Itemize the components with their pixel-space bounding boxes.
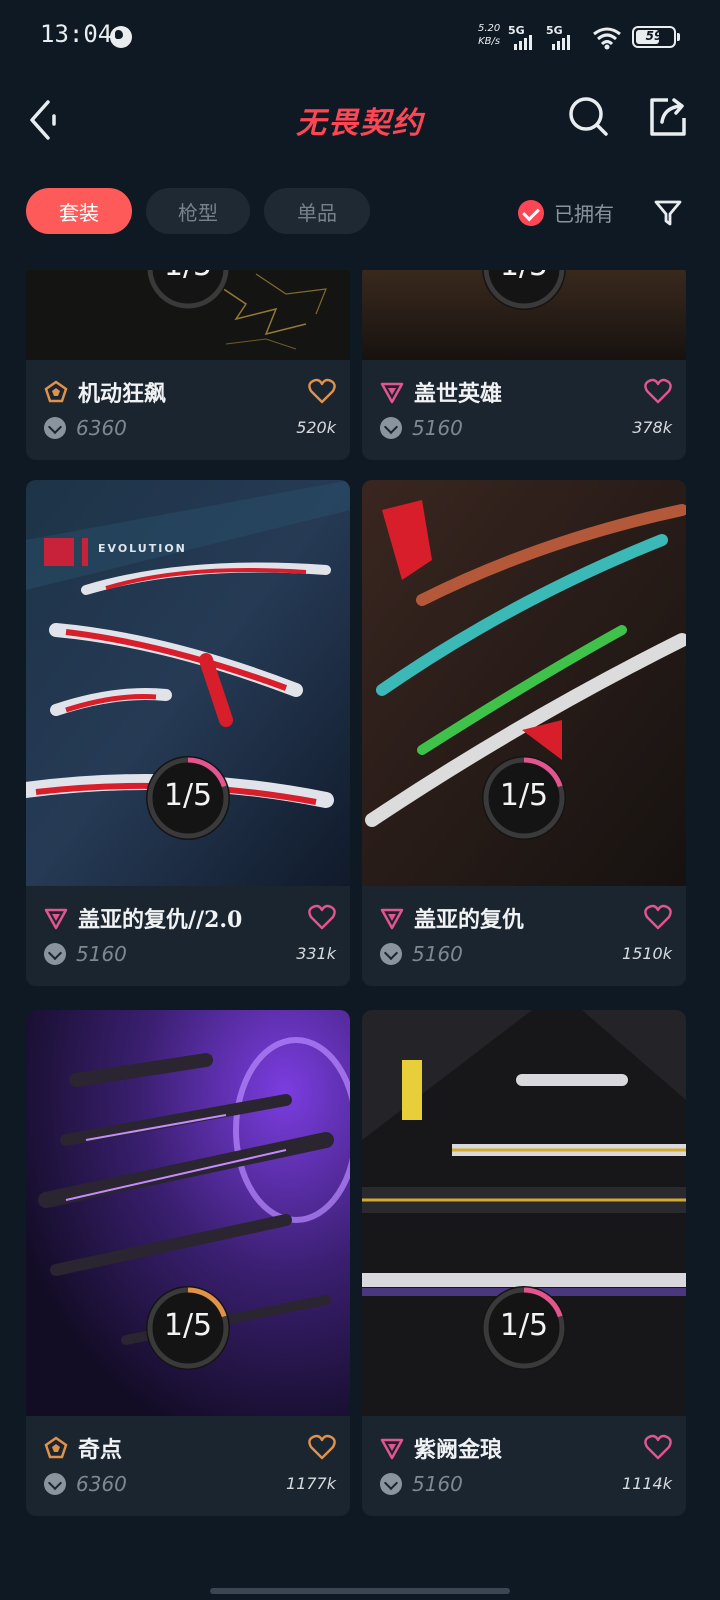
collection-progress-ring: 1/5 [480, 270, 568, 312]
like-count: 1114k [622, 1474, 672, 1493]
like-count: 378k [632, 418, 672, 437]
progress-text: 1/5 [163, 778, 213, 813]
deluxe-tier-icon [44, 908, 68, 930]
deluxe-tier-icon [380, 1438, 404, 1460]
card-info: 盖亚的复仇//2.0 5160 331k [26, 886, 350, 986]
status-bar: 13:04 5.20 KB/s 5G 5G 59 [0, 0, 720, 76]
collection-progress-ring: 1/5 [144, 1284, 232, 1372]
card-info: 机动狂飙 6360 520k [26, 360, 350, 460]
tab-weapon-types[interactable]: 枪型 [146, 188, 250, 234]
owned-label: 已拥有 [554, 202, 614, 226]
like-count: 1177k [286, 1474, 336, 1493]
filter-funnel-icon[interactable] [652, 196, 684, 228]
bundle-price: 6360 [76, 416, 127, 440]
filter-bar: 套装 枪型 单品 已拥有 [0, 188, 720, 238]
valorant-points-icon [44, 1473, 66, 1495]
battery-icon: 59 [632, 26, 680, 48]
page-title: 无畏契约 [296, 106, 424, 141]
tab-bundles[interactable]: 套装 [26, 188, 132, 234]
card-info: 紫阙金琅 5160 1114k [362, 1416, 686, 1516]
heart-icon[interactable] [644, 378, 672, 404]
card-info: 盖世英雄 5160 378k [362, 360, 686, 460]
home-indicator[interactable] [210, 1588, 510, 1594]
bundle-name: 盖亚的复仇 [414, 907, 525, 933]
progress-text: 1/5 [163, 1308, 213, 1343]
premium-tier-icon [44, 1436, 68, 1459]
globe-icon [110, 26, 132, 48]
progress-text: 1/5 [144, 270, 232, 283]
bundle-card[interactable]: 1/5 奇点 6360 1177k [26, 1010, 350, 1516]
bundle-name: 奇点 [78, 1437, 123, 1463]
battery-level: 59 [645, 29, 663, 43]
bundle-card[interactable]: 1/5 紫阙金琅 5160 1114k [362, 1010, 686, 1516]
bundle-name: 盖世英雄 [414, 381, 503, 407]
premium-tier-icon [44, 380, 68, 403]
collection-progress-ring: 1/5 [144, 754, 232, 842]
valorant-points-icon [380, 1473, 402, 1495]
heart-icon[interactable] [644, 904, 672, 930]
valorant-points-icon [44, 943, 66, 965]
like-count: 331k [296, 944, 336, 963]
status-time: 13:04 [40, 20, 113, 48]
card-info: 盖亚的复仇 5160 1510k [362, 886, 686, 986]
tab-single-items[interactable]: 单品 [264, 188, 370, 234]
collection-progress-ring: 1/5 [144, 270, 232, 312]
heart-icon[interactable] [308, 1434, 336, 1460]
app-header: 无畏契约 [0, 80, 720, 160]
collection-progress-ring: 1/5 [480, 1284, 568, 1372]
bundle-card[interactable]: EVOLUTION 1/5 盖亚的复仇//2.0 5160 331k [26, 480, 350, 986]
progress-text: 1/5 [499, 778, 549, 813]
valorant-points-icon [380, 943, 402, 965]
bundle-price: 5160 [76, 942, 127, 966]
valorant-points-icon [380, 417, 402, 439]
card-info: 奇点 6360 1177k [26, 1416, 350, 1516]
like-count: 520k [296, 418, 336, 437]
bundle-price: 6360 [76, 1472, 127, 1496]
valorant-points-icon [44, 417, 66, 439]
heart-icon[interactable] [308, 378, 336, 404]
signal-sim1-icon: 5G [508, 24, 542, 50]
bundle-card[interactable]: 1/5 盖世英雄 5160 378k [362, 270, 686, 460]
progress-text: 1/5 [499, 1308, 549, 1343]
signal-sim2-icon: 5G [546, 24, 580, 50]
bundle-grid: 1/5 机动狂飙 6360 520k 1/5 [0, 270, 720, 1600]
network-speed-unit: KB/s [478, 36, 501, 47]
deluxe-tier-icon [380, 908, 404, 930]
progress-text: 1/5 [480, 270, 568, 283]
bundle-card[interactable]: 1/5 机动狂飙 6360 520k [26, 270, 350, 460]
like-count: 1510k [622, 944, 672, 963]
heart-icon[interactable] [308, 904, 336, 930]
deluxe-tier-icon [380, 382, 404, 404]
share-icon[interactable] [646, 94, 690, 138]
bundle-name: 机动狂飙 [78, 381, 167, 407]
owned-toggle[interactable]: 已拥有 [518, 198, 614, 227]
bundle-name: 紫阙金琅 [414, 1437, 503, 1463]
bundle-card[interactable]: 1/5 盖亚的复仇 5160 1510k [362, 480, 686, 986]
heart-icon[interactable] [644, 1434, 672, 1460]
bundle-price: 5160 [412, 942, 463, 966]
bundle-price: 5160 [412, 1472, 463, 1496]
search-icon[interactable] [566, 94, 610, 138]
checkbox-checked-icon[interactable] [518, 199, 544, 226]
collection-progress-ring: 1/5 [480, 754, 568, 842]
network-speed-value: 5.20 [478, 23, 501, 34]
bundle-price: 5160 [412, 416, 463, 440]
bundle-name: 盖亚的复仇//2.0 [78, 907, 243, 933]
wifi-icon [593, 27, 621, 50]
network-speed: 5.20 KB/s [478, 22, 500, 48]
evolution-badge: EVOLUTION [98, 542, 187, 555]
